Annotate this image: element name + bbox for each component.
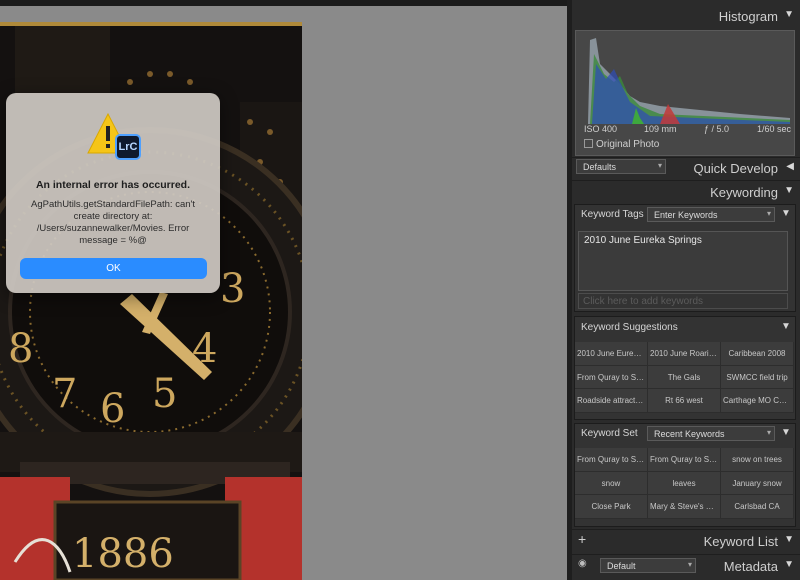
keyword-entry-mode-label: Enter Keywords [654,210,718,220]
keyword-set-item[interactable]: From Quray to Silv... [648,448,721,472]
shutter-speed: 1/60 sec [757,124,792,134]
keyword-list-title: Keyword List [703,534,778,549]
eye-icon[interactable]: ◉ [578,558,587,569]
histogram-graph [588,38,790,124]
collapse-triangle-icon[interactable]: ▼ [784,185,794,196]
metadata-title: Metadata [723,559,778,574]
keyword-suggestions-grid: 2010 June Eureka S... 2010 June Roaring.… [575,342,794,413]
collapse-triangle-icon[interactable]: ▼ [784,559,794,570]
keyword-set-grid: From Quray to Silv... From Quray to Silv… [575,448,794,519]
clock-numeral-8: 8 [8,326,33,372]
original-photo-label: Original Photo [596,139,660,150]
add-keyword-plus-icon[interactable]: + [578,531,586,547]
separator [572,180,800,181]
ok-button[interactable]: OK [20,258,207,279]
keywording-header[interactable]: Keywording ▼ [572,182,800,204]
add-keywords-input[interactable]: Click here to add keywords [578,293,788,309]
keyword-set-value: Recent Keywords [654,429,725,439]
keywording-title: Keywording [710,185,778,200]
histogram-panel[interactable]: ISO 400 109 mm ƒ / 5.0 1/60 sec Original… [575,30,795,156]
lrc-app-badge: LrC [115,134,141,160]
keyword-set-item[interactable]: January snow [721,471,794,495]
keyword-suggestion[interactable]: 2010 June Roaring... [648,342,721,366]
iso-value: ISO 400 [584,124,618,134]
dropdown-arrow-icon: ▾ [766,209,771,218]
keyword-set-item[interactable]: Close Park [575,495,648,519]
keyword-set-item[interactable]: leaves [648,471,721,495]
checkbox-icon[interactable] [584,139,593,148]
clock-numeral-3: 3 [220,266,245,312]
keyword-tags-label: Keyword Tags [581,209,644,220]
keyword-suggestion[interactable]: Rt 66 west [648,389,721,413]
focal-length: 109 mm [644,124,677,134]
collapse-triangle-icon[interactable]: ▼ [784,534,794,545]
keyword-suggestion[interactable]: The Gals [648,365,721,389]
histogram-header[interactable]: Histogram ▼ [572,6,800,28]
expand-triangle-icon[interactable]: ◀ [786,161,794,172]
keyword-suggestion[interactable]: SWMCC field trip [721,365,794,389]
dropdown-arrow-icon: ▾ [766,428,771,437]
collapse-triangle-icon[interactable]: ▼ [781,427,791,438]
keyword-suggestion[interactable]: Caribbean 2008 [721,342,794,366]
collapse-triangle-icon[interactable]: ▼ [784,9,794,20]
keyword-suggestion[interactable]: Carthage MO Cour... [721,389,794,413]
keyword-entry-mode-dropdown[interactable]: Enter Keywords ▾ [647,207,775,222]
clock-numeral-5: 5 [152,371,177,417]
separator [572,554,800,555]
metadata-preset-dropdown[interactable]: Default ▾ [600,558,696,573]
histogram-title: Histogram [718,9,778,24]
keyword-suggestion[interactable]: 2010 June Eureka S... [575,342,648,366]
image-viewer[interactable]: 8 7 6 5 4 3 1886 LrC An internal error h… [0,6,567,580]
keyword-suggestion[interactable]: Roadside attraction [575,389,648,413]
keyword-set-item[interactable]: From Quray to Silv... [575,448,648,472]
keyword-set-item[interactable]: Carlsbad CA [721,495,794,519]
keyword-set-label: Keyword Set [581,428,638,439]
clock-numeral-7: 7 [52,371,77,417]
collapse-triangle-icon[interactable]: ▼ [781,208,791,219]
keyword-set-item[interactable]: snow on trees [721,448,794,472]
keyword-tags-textarea[interactable]: 2010 June Eureka Springs [578,231,788,291]
keyword-list-header[interactable]: + Keyword List ▼ [572,531,800,553]
quick-develop-header[interactable]: Quick Develop ◀ [572,158,800,180]
keyword-set-item[interactable]: snow [575,471,648,495]
dropdown-arrow-icon: ▾ [687,560,692,569]
original-photo-checkbox[interactable]: Original Photo [584,139,659,150]
keyword-tags-value: 2010 June Eureka Springs [584,235,702,246]
keyword-suggestions-label: Keyword Suggestions [581,322,678,333]
keyword-suggestion[interactable]: From Quray to Silv... [575,365,648,389]
keyword-set-dropdown[interactable]: Recent Keywords ▾ [647,426,775,441]
quick-develop-title: Quick Develop [693,161,778,176]
aperture: ƒ / 5.0 [704,124,730,134]
clock-numeral-6: 6 [100,386,125,432]
metadata-preset-label: Default [607,561,636,571]
dialog-title: An internal error has occurred. [35,179,191,191]
error-dialog: LrC An internal error has occurred. AgPa… [6,93,220,293]
keyword-set-item[interactable]: Mary & Steve's ho... [648,495,721,519]
lightroom-window: 8 7 6 5 4 3 1886 LrC An internal error h… [0,0,800,580]
collapse-triangle-icon[interactable]: ▼ [781,321,791,332]
dialog-message: AgPathUtils.getStandardFilePath: can't c… [31,199,195,246]
clock-year-text: 1886 [72,531,174,577]
separator [572,529,800,530]
